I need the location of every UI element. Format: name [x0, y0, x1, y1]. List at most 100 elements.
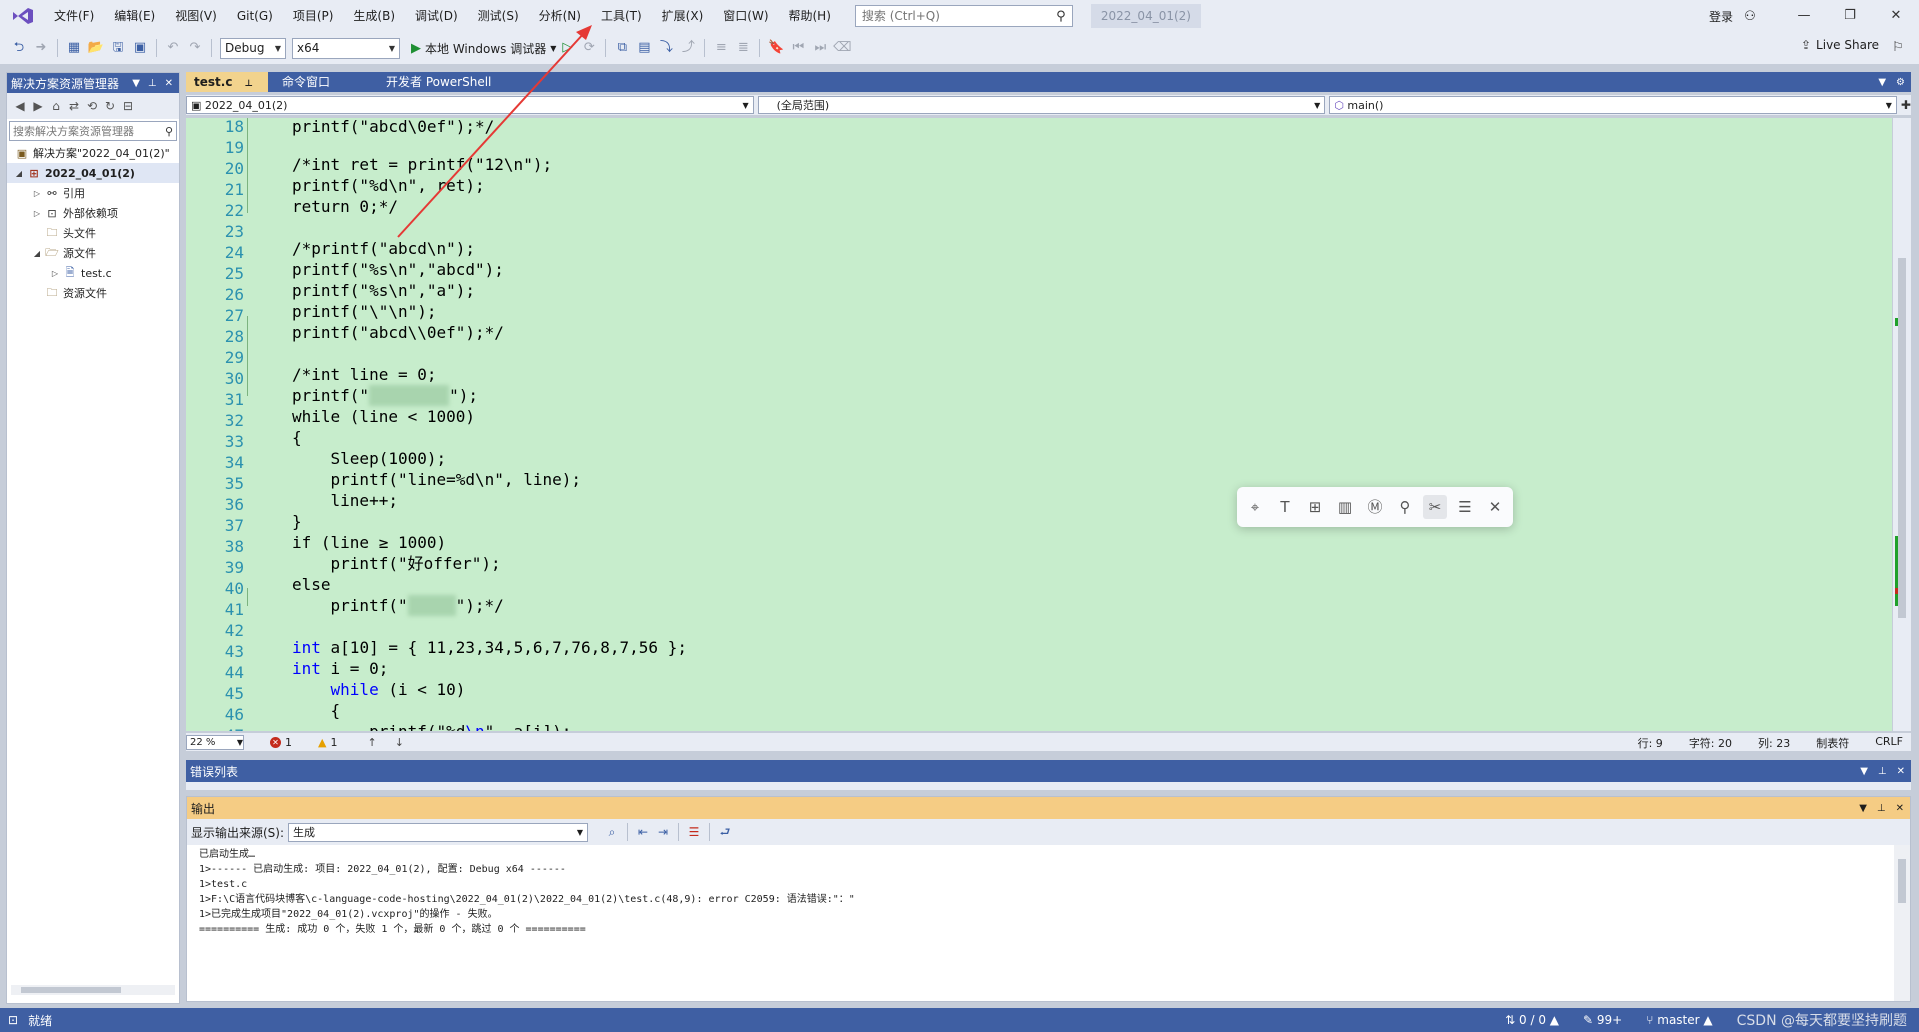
tree-item-project[interactable]: ◢ ⊞ 2022_04_01(2) — [7, 163, 179, 183]
global-search[interactable]: ⚲ — [854, 5, 1073, 27]
arrow-up-icon[interactable]: ↑ — [367, 736, 376, 749]
forward-icon[interactable]: ▶ — [29, 95, 47, 117]
menu-debug[interactable]: 调试(D) — [405, 4, 468, 28]
output-vertical-scrollbar[interactable] — [1894, 845, 1910, 1001]
project-dropdown[interactable]: ▣ 2022_04_01(2) ▼ — [186, 96, 754, 114]
tab-developer-powershell[interactable]: 开发者 PowerShell — [378, 72, 499, 92]
close-icon[interactable]: ✕ — [1897, 766, 1905, 777]
chevron-down-icon[interactable]: ▼ — [132, 78, 140, 89]
menu-build[interactable]: 生成(B) — [343, 4, 405, 28]
next-message-icon[interactable]: ⇥ — [653, 821, 673, 843]
tab-mode[interactable]: 制表符 — [1816, 735, 1849, 751]
word-wrap-icon[interactable]: ⮐ — [715, 821, 735, 843]
scrollbar-thumb[interactable] — [1898, 258, 1906, 618]
start-without-debugging-icon[interactable]: ▷ — [556, 37, 578, 59]
tree-item-external-deps[interactable]: ▷ ⊡ 外部依赖项 — [7, 203, 179, 223]
zoom-select[interactable]: 22 % ▼ — [186, 734, 244, 750]
member-dropdown[interactable]: ⬡ main() ▼ — [1329, 96, 1897, 114]
collapse-icon[interactable]: ▷ — [31, 209, 43, 218]
search-icon[interactable]: ⚲ — [1393, 495, 1417, 519]
scissors-icon[interactable]: ✂ — [1423, 495, 1447, 519]
tab-test-c[interactable]: test.c ⊥ — [186, 72, 268, 92]
hot-reload-icon[interactable]: ⟳ — [578, 37, 600, 59]
history-icon[interactable]: ⟲ — [83, 95, 101, 117]
step-out-icon[interactable]: ⤴ — [677, 37, 699, 59]
cursor-char[interactable]: 字符: 20 — [1689, 735, 1732, 751]
close-icon[interactable]: ✕ — [1483, 495, 1507, 519]
home-icon[interactable]: ⌂ — [47, 95, 65, 117]
menu-edit[interactable]: 编辑(E) — [104, 4, 165, 28]
close-icon[interactable]: ✕ — [1896, 803, 1904, 814]
config-select[interactable]: Debug ▼ — [220, 37, 286, 59]
editor-vertical-scrollbar[interactable] — [1893, 118, 1911, 731]
pin-icon[interactable]: ⊥ — [1878, 766, 1887, 777]
menu-project[interactable]: 项目(P) — [283, 4, 344, 28]
menu-git[interactable]: Git(G) — [227, 4, 283, 28]
scrollbar-thumb[interactable] — [21, 987, 121, 993]
tree-item-test-c[interactable]: ▷ 🗎 test.c — [7, 263, 179, 283]
navigate-forward-icon[interactable]: ➜ — [30, 37, 52, 59]
gear-icon[interactable]: ⚙ — [1896, 77, 1905, 88]
pending-changes[interactable]: ✎ 99+ — [1583, 1013, 1622, 1027]
tree-item-sources[interactable]: ◢ 🗁 源文件 — [7, 243, 179, 263]
live-share-button[interactable]: ⇪ Live Share — [1801, 38, 1879, 52]
tree-item-solution[interactable]: ▣ 解决方案"2022_04_01(2)" — [7, 143, 179, 163]
collapse-icon[interactable]: ▷ — [49, 269, 61, 278]
save-all-icon[interactable]: ▣ — [129, 37, 151, 59]
expand-icon[interactable]: ◢ — [13, 169, 25, 178]
arrow-down-icon[interactable]: ↓ — [395, 736, 404, 749]
markdown-icon[interactable]: Ⓜ — [1363, 495, 1387, 519]
warning-count[interactable]: ▲ 1 — [318, 736, 337, 749]
menu-extensions[interactable]: 扩展(X) — [652, 4, 714, 28]
minimize-button[interactable]: — — [1781, 0, 1827, 32]
close-window-button[interactable]: ✕ — [1873, 0, 1919, 32]
global-search-input[interactable] — [861, 9, 1050, 23]
next-bookmark-icon[interactable]: ⏭ — [809, 37, 831, 59]
pin-icon[interactable]: ⊥ — [1877, 803, 1886, 814]
error-count[interactable]: ✕ 1 — [270, 736, 292, 749]
expand-icon[interactable]: ◢ — [31, 249, 43, 258]
save-icon[interactable]: 🖫 — [107, 37, 129, 59]
close-icon[interactable]: ✕ — [165, 78, 173, 89]
tree-item-references[interactable]: ▷ ⚯ 引用 — [7, 183, 179, 203]
collapse-all-icon[interactable]: ⊟ — [119, 95, 137, 117]
output-text[interactable]: 已启动生成… 1>------ 已启动生成: 项目: 2022_04_01(2)… — [187, 845, 1910, 939]
pin-icon[interactable]: ⊥ — [245, 79, 253, 89]
menu-view[interactable]: 视图(V) — [165, 4, 227, 28]
navigate-back-icon[interactable]: ⮌ — [8, 37, 30, 59]
line-col-indicator[interactable]: ⇅ 0 / 0 ▲ — [1505, 1013, 1559, 1027]
horizontal-scrollbar[interactable] — [11, 985, 175, 995]
layout-icon[interactable]: ▤ — [633, 37, 655, 59]
cursor-line[interactable]: 行: 9 — [1638, 735, 1663, 751]
pin-icon[interactable]: ⊥ — [148, 78, 157, 89]
table-icon[interactable]: ⊞ — [1303, 495, 1327, 519]
code-editor[interactable]: 18 19 20 21 22 23 24 25 26 27 28 29 30 31 32 33 34 35 36 37… — [186, 118, 1892, 731]
run-debugger-button[interactable]: ▶ 本地 Windows 调试器 ▼ — [411, 40, 556, 57]
collapse-icon[interactable]: ▷ — [31, 189, 43, 198]
restore-button[interactable]: ❐ — [1827, 0, 1873, 32]
back-icon[interactable]: ◀ — [11, 95, 29, 117]
menu-file[interactable]: 文件(F) — [44, 4, 104, 28]
chevron-down-icon[interactable]: ▼ — [1860, 766, 1868, 777]
chevron-down-icon[interactable]: ▼ — [1878, 77, 1886, 88]
prev-message-icon[interactable]: ⇤ — [633, 821, 653, 843]
feedback-icon[interactable]: ⚐ — [1887, 37, 1909, 59]
tab-command-window[interactable]: 命令窗口 — [274, 72, 372, 92]
scope-dropdown[interactable]: (全局范围) ▼ — [757, 96, 1326, 114]
browse-icon[interactable]: ⧉ — [611, 37, 633, 59]
switch-views-icon[interactable]: ⇄ — [65, 95, 83, 117]
menu-window[interactable]: 窗口(W) — [713, 4, 778, 28]
bookmark-icon[interactable]: 🔖 — [765, 37, 787, 59]
comment-icon[interactable]: ≡ — [710, 37, 732, 59]
account-icon[interactable]: ⚇ — [1739, 9, 1761, 24]
search-icon[interactable]: ⚲ — [165, 125, 176, 138]
undo-icon[interactable]: ↶ — [162, 37, 184, 59]
scrollbar-thumb[interactable] — [1898, 859, 1906, 903]
platform-select[interactable]: x64 ▼ — [292, 37, 400, 59]
solution-search[interactable]: 搜索解决方案资源管理器 ⚲ — [9, 121, 177, 141]
menu-tools[interactable]: 工具(T) — [591, 4, 652, 28]
split-icon[interactable]: ✚ — [1901, 98, 1911, 112]
text-tool-icon[interactable]: T — [1273, 495, 1297, 519]
login-link[interactable]: 登录 — [1709, 8, 1733, 25]
open-file-icon[interactable]: 📂 — [85, 37, 107, 59]
